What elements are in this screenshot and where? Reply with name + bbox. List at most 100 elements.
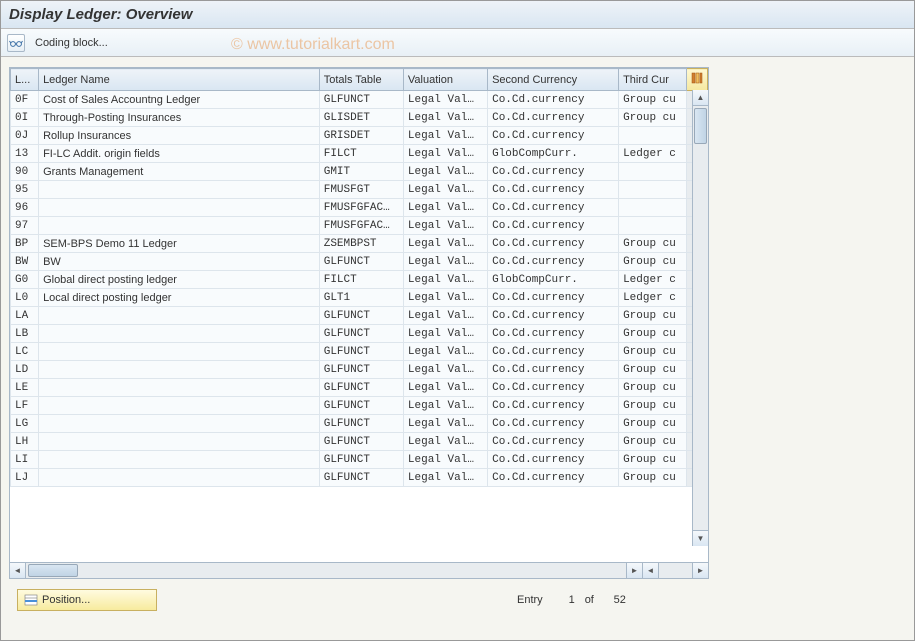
vertical-scroll-thumb[interactable] — [694, 108, 707, 144]
table-cell[interactable]: Co.Cd.currency — [488, 181, 619, 199]
table-cell[interactable]: SEM-BPS Demo 11 Ledger — [39, 235, 320, 253]
table-cell[interactable]: L0 — [11, 289, 39, 307]
coding-block-button[interactable]: Coding block... — [31, 35, 112, 51]
table-cell[interactable]: Legal Val… — [403, 199, 487, 217]
table-cell[interactable]: Legal Val… — [403, 109, 487, 127]
table-cell[interactable]: Rollup Insurances — [39, 127, 320, 145]
table-cell[interactable]: 0F — [11, 91, 39, 109]
table-cell[interactable]: Co.Cd.currency — [488, 415, 619, 433]
table-row[interactable]: 97FMUSFGFAC…Legal Val…Co.Cd.currency — [11, 217, 708, 235]
vertical-scrollbar[interactable]: ▲ ▼ — [692, 90, 708, 546]
table-cell[interactable]: Co.Cd.currency — [488, 163, 619, 181]
table-cell[interactable]: ZSEMBPST — [319, 235, 403, 253]
table-cell[interactable]: Through-Posting Insurances — [39, 109, 320, 127]
table-cell[interactable]: Ledger c — [619, 289, 687, 307]
col-header-second[interactable]: Second Currency — [488, 69, 619, 91]
table-row[interactable]: LBGLFUNCTLegal Val…Co.Cd.currencyGroup c… — [11, 325, 708, 343]
horizontal-scroll-thumb[interactable] — [28, 564, 78, 577]
table-cell[interactable]: Co.Cd.currency — [488, 253, 619, 271]
table-cell[interactable]: LJ — [11, 469, 39, 487]
table-cell[interactable]: Legal Val… — [403, 361, 487, 379]
table-cell[interactable]: Legal Val… — [403, 325, 487, 343]
table-row[interactable]: 96FMUSFGFAC…Legal Val…Co.Cd.currency — [11, 199, 708, 217]
table-cell[interactable]: Group cu — [619, 469, 687, 487]
hscroll-track[interactable] — [26, 563, 626, 578]
table-cell[interactable]: Legal Val… — [403, 91, 487, 109]
table-cell[interactable]: LF — [11, 397, 39, 415]
table-cell[interactable]: Ledger c — [619, 271, 687, 289]
table-cell[interactable] — [39, 433, 320, 451]
table-cell[interactable]: Legal Val… — [403, 271, 487, 289]
table-cell[interactable]: GLFUNCT — [319, 253, 403, 271]
col-header-valuation[interactable]: Valuation — [403, 69, 487, 91]
table-cell[interactable]: GLFUNCT — [319, 343, 403, 361]
table-cell[interactable]: GlobCompCurr. — [488, 145, 619, 163]
glasses-icon[interactable] — [7, 34, 25, 52]
table-cell[interactable]: 90 — [11, 163, 39, 181]
table-row[interactable]: LCGLFUNCTLegal Val…Co.Cd.currencyGroup c… — [11, 343, 708, 361]
table-cell[interactable]: 0I — [11, 109, 39, 127]
table-cell[interactable]: 13 — [11, 145, 39, 163]
table-cell[interactable]: Co.Cd.currency — [488, 109, 619, 127]
table-cell[interactable]: Legal Val… — [403, 415, 487, 433]
table-cell[interactable]: GLFUNCT — [319, 325, 403, 343]
table-row[interactable]: 0JRollup InsurancesGRISDETLegal Val…Co.C… — [11, 127, 708, 145]
table-cell[interactable]: LB — [11, 325, 39, 343]
table-cell[interactable]: LI — [11, 451, 39, 469]
table-row[interactable]: LHGLFUNCTLegal Val…Co.Cd.currencyGroup c… — [11, 433, 708, 451]
table-cell[interactable]: Legal Val… — [403, 307, 487, 325]
table-row[interactable]: 95FMUSFGTLegal Val…Co.Cd.currency — [11, 181, 708, 199]
table-cell[interactable] — [39, 469, 320, 487]
table-cell[interactable]: LD — [11, 361, 39, 379]
col-header-totals[interactable]: Totals Table — [319, 69, 403, 91]
table-cell[interactable] — [39, 451, 320, 469]
table-cell[interactable]: FILCT — [319, 145, 403, 163]
table-cell[interactable]: Co.Cd.currency — [488, 379, 619, 397]
table-cell[interactable] — [619, 199, 687, 217]
table-row[interactable]: LIGLFUNCTLegal Val…Co.Cd.currencyGroup c… — [11, 451, 708, 469]
table-row[interactable]: LFGLFUNCTLegal Val…Co.Cd.currencyGroup c… — [11, 397, 708, 415]
table-row[interactable]: 0FCost of Sales Accountng LedgerGLFUNCTL… — [11, 91, 708, 109]
col-header-third[interactable]: Third Cur — [619, 69, 687, 91]
table-cell[interactable]: Group cu — [619, 415, 687, 433]
table-cell[interactable] — [619, 163, 687, 181]
table-cell[interactable]: Legal Val… — [403, 217, 487, 235]
table-cell[interactable]: GLFUNCT — [319, 379, 403, 397]
table-row[interactable]: 13FI-LC Addit. origin fieldsFILCTLegal V… — [11, 145, 708, 163]
table-cell[interactable]: GLFUNCT — [319, 451, 403, 469]
scroll-right-1-icon[interactable]: ► — [626, 563, 642, 578]
table-cell[interactable]: Co.Cd.currency — [488, 343, 619, 361]
table-cell[interactable]: Ledger c — [619, 145, 687, 163]
table-cell[interactable]: FMUSFGT — [319, 181, 403, 199]
table-cell[interactable]: Group cu — [619, 343, 687, 361]
table-cell[interactable]: Group cu — [619, 433, 687, 451]
table-settings-icon[interactable] — [686, 69, 707, 91]
table-cell[interactable]: GLFUNCT — [319, 415, 403, 433]
table-row[interactable]: LAGLFUNCTLegal Val…Co.Cd.currencyGroup c… — [11, 307, 708, 325]
table-cell[interactable]: Cost of Sales Accountng Ledger — [39, 91, 320, 109]
table-cell[interactable]: 95 — [11, 181, 39, 199]
table-cell[interactable] — [619, 181, 687, 199]
table-cell[interactable]: Co.Cd.currency — [488, 361, 619, 379]
table-cell[interactable]: Co.Cd.currency — [488, 397, 619, 415]
table-cell[interactable]: Co.Cd.currency — [488, 325, 619, 343]
table-cell[interactable]: Co.Cd.currency — [488, 289, 619, 307]
col-header-ledger[interactable]: L... — [11, 69, 39, 91]
table-row[interactable]: BPSEM-BPS Demo 11 LedgerZSEMBPSTLegal Va… — [11, 235, 708, 253]
table-cell[interactable]: Legal Val… — [403, 145, 487, 163]
table-cell[interactable]: LH — [11, 433, 39, 451]
table-cell[interactable]: Co.Cd.currency — [488, 199, 619, 217]
table-cell[interactable]: Global direct posting ledger — [39, 271, 320, 289]
table-row[interactable]: LGGLFUNCTLegal Val…Co.Cd.currencyGroup c… — [11, 415, 708, 433]
table-cell[interactable]: Legal Val… — [403, 397, 487, 415]
table-cell[interactable] — [39, 325, 320, 343]
table-row[interactable]: 90Grants ManagementGMITLegal Val…Co.Cd.c… — [11, 163, 708, 181]
table-cell[interactable]: GLFUNCT — [319, 433, 403, 451]
table-cell[interactable]: GLFUNCT — [319, 361, 403, 379]
table-cell[interactable]: FMUSFGFAC… — [319, 199, 403, 217]
table-cell[interactable]: Legal Val… — [403, 127, 487, 145]
table-cell[interactable] — [39, 379, 320, 397]
table-cell[interactable]: GlobCompCurr. — [488, 271, 619, 289]
table-cell[interactable]: Local direct posting ledger — [39, 289, 320, 307]
col-header-name[interactable]: Ledger Name — [39, 69, 320, 91]
